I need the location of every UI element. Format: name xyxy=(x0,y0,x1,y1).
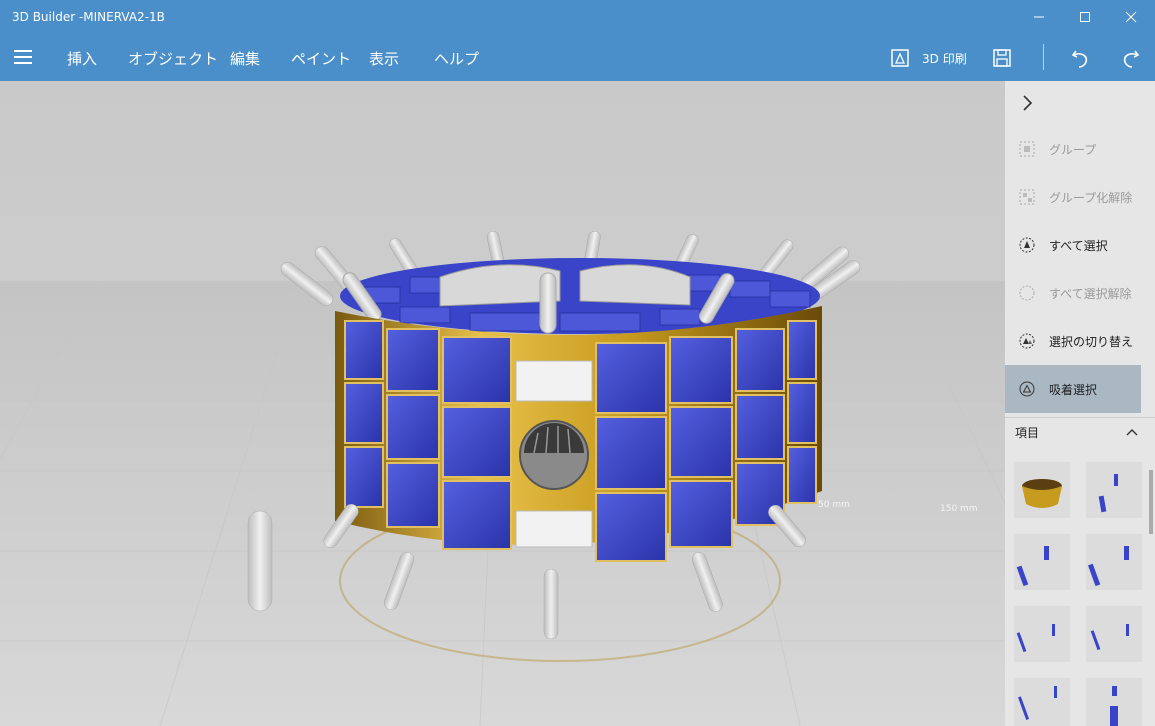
solar-panel-thumbnail-icon xyxy=(1110,686,1118,726)
print-3d-button[interactable]: 3D 印刷 xyxy=(890,44,967,72)
menu-view[interactable]: 表示 xyxy=(369,48,399,69)
deselect-all-label: すべて選択解除 xyxy=(1049,286,1132,301)
redo-button[interactable] xyxy=(1119,44,1141,72)
solar-panel-thumbnail-icon xyxy=(1090,624,1129,651)
item-thumbnail[interactable] xyxy=(1014,462,1070,518)
scene-canvas: 50 mm 150 mm xyxy=(0,230,1005,726)
items-section-header[interactable]: 項目 xyxy=(1005,421,1155,445)
ungroup-icon xyxy=(1019,189,1035,205)
side-panel: グループ グループ化解除 すべて選択 すべて選択解除 選択の切り替え 吸着選択 … xyxy=(1005,81,1155,726)
item-thumbnail[interactable] xyxy=(1086,606,1142,662)
menu-paint[interactable]: ペイント xyxy=(291,48,351,69)
select-all-button[interactable]: すべて選択 xyxy=(1005,221,1141,269)
solar-panel-thumbnail-icon xyxy=(1088,546,1129,587)
toolbar-divider xyxy=(1043,44,1044,70)
chevron-up-icon xyxy=(1126,429,1138,436)
label-plate-top xyxy=(515,360,593,402)
item-thumbnail[interactable] xyxy=(1086,678,1142,726)
solar-panel-thumbnail-icon xyxy=(1098,474,1118,513)
print-3d-icon xyxy=(891,49,909,67)
window-title: 3D Builder -MINERVA2-1B xyxy=(12,10,165,24)
item-thumbnail[interactable] xyxy=(1086,534,1142,590)
minimize-button[interactable] xyxy=(1016,0,1062,34)
undo-icon xyxy=(1071,50,1088,68)
save-button[interactable] xyxy=(992,44,1012,72)
item-thumbnail[interactable] xyxy=(1014,678,1070,726)
deselect-all-button[interactable]: すべて選択解除 xyxy=(1005,269,1141,317)
save-icon xyxy=(993,49,1011,67)
scale-label-50: 50 mm xyxy=(818,500,850,510)
ungroup-label: グループ化解除 xyxy=(1049,190,1133,205)
menu-edit[interactable]: 編集 xyxy=(230,48,260,69)
top-flap-right xyxy=(579,264,691,306)
items-section-label: 項目 xyxy=(1015,426,1040,440)
collapse-panel-button[interactable] xyxy=(1021,93,1035,116)
menu-object[interactable]: オブジェクト xyxy=(128,48,218,69)
minimize-icon xyxy=(1034,16,1044,18)
menu-bar: 挿入 オブジェクト 編集 ペイント 表示 ヘルプ 3D 印刷 xyxy=(0,34,1155,81)
group-icon xyxy=(1019,141,1035,157)
3d-viewport[interactable]: 50 mm 150 mm xyxy=(0,81,1005,726)
select-all-label: すべて選択 xyxy=(1049,238,1108,253)
deselect-all-icon xyxy=(1019,285,1035,301)
group-button[interactable]: グループ xyxy=(1005,125,1141,173)
solar-panel-thumbnail-icon xyxy=(1018,686,1057,720)
menu-insert[interactable]: 挿入 xyxy=(67,48,97,69)
items-scrollbar[interactable] xyxy=(1149,470,1153,534)
panel-divider xyxy=(1005,417,1155,418)
scale-label-150: 150 mm xyxy=(940,504,978,514)
cylinder-thumbnail-icon xyxy=(1022,479,1062,508)
solar-panel-thumbnail-icon xyxy=(1016,624,1055,653)
hamburger-menu-icon[interactable] xyxy=(14,50,32,64)
standalone-leg xyxy=(247,510,273,612)
item-thumbnail[interactable] xyxy=(1086,462,1142,518)
toggle-selection-icon xyxy=(1019,333,1035,349)
chevron-right-icon xyxy=(1023,95,1033,111)
item-thumbnail[interactable] xyxy=(1014,534,1070,590)
maximize-icon xyxy=(1080,12,1090,22)
item-thumbnail[interactable] xyxy=(1014,606,1070,662)
group-label: グループ xyxy=(1049,142,1097,157)
ungroup-button[interactable]: グループ化解除 xyxy=(1005,173,1141,221)
select-all-icon xyxy=(1019,237,1035,253)
snap-select-button[interactable]: 吸着選択 xyxy=(1005,365,1141,413)
menu-help[interactable]: ヘルプ xyxy=(434,48,479,69)
center-antenna xyxy=(539,272,557,334)
snap-select-label: 吸着選択 xyxy=(1049,382,1098,397)
close-button[interactable] xyxy=(1108,0,1154,34)
print-3d-label: 3D 印刷 xyxy=(922,51,967,66)
undo-button[interactable] xyxy=(1070,44,1092,72)
solar-panel-thumbnail-icon xyxy=(1016,546,1049,587)
toggle-selection-button[interactable]: 選択の切り替え xyxy=(1005,317,1141,365)
close-icon xyxy=(1125,11,1137,23)
toggle-selection-label: 選択の切り替え xyxy=(1049,334,1134,349)
redo-icon xyxy=(1123,50,1140,68)
snap-select-icon xyxy=(1019,381,1035,397)
title-bar: 3D Builder -MINERVA2-1B xyxy=(0,0,1155,34)
label-plate-bottom xyxy=(515,510,593,548)
maximize-button[interactable] xyxy=(1062,0,1108,34)
